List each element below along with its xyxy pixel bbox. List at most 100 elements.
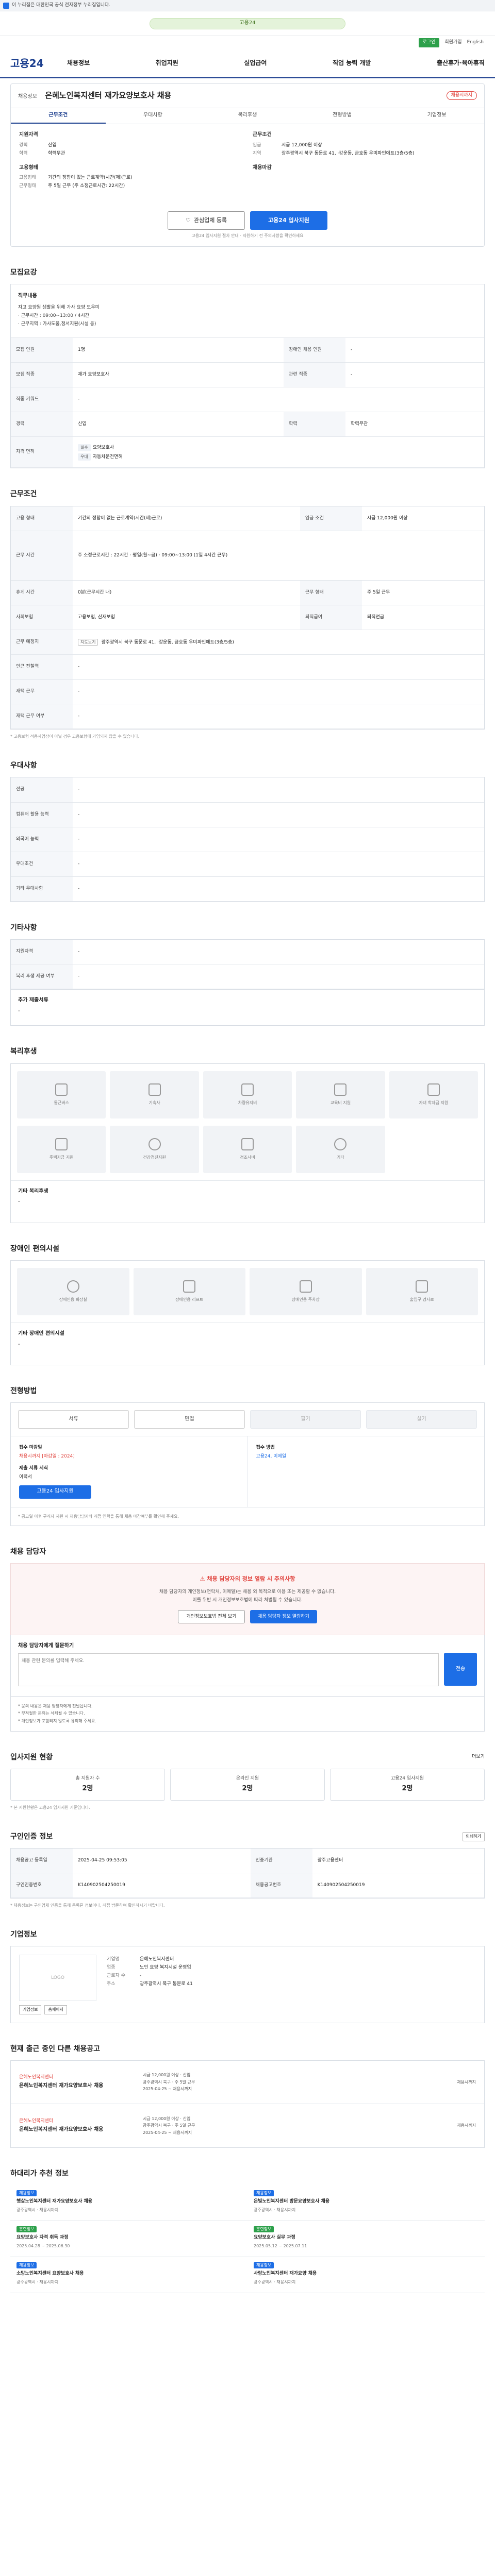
section-title-similar: 현재 출근 중인 다른 채용공고 — [10, 2044, 101, 2053]
company-info-button[interactable]: 기업정보 — [19, 2005, 42, 2014]
gnb-item-benefit[interactable]: 실업급여 — [244, 59, 267, 67]
inquiry-note: * 개인정보가 포함되지 않도록 유의해 주세요. — [18, 1719, 96, 1724]
apply-button[interactable]: 고용24 입사지원 — [250, 211, 327, 230]
inquiry-note: * 부적절한 문의는 삭제될 수 있습니다. — [18, 1711, 85, 1716]
scholarship-icon — [427, 1083, 440, 1096]
table-value: - — [73, 964, 484, 990]
language-link[interactable]: English — [467, 39, 484, 46]
gnb-item-support[interactable]: 취업지원 — [156, 59, 178, 67]
table-key: 근무 예정지 — [11, 630, 73, 655]
summary-heading: 지원자격 — [19, 132, 38, 138]
table-row: 구인인증번호 K140902504250019 채용공고번호 K14090250425… — [11, 1873, 484, 1899]
welfare-item: 차량유지비 — [203, 1071, 292, 1118]
welfare-label: 교육비 지원 — [330, 1100, 351, 1105]
table-row: 재택 근무 - — [11, 679, 484, 705]
welfare-label: 통근버스 — [54, 1100, 69, 1105]
news-label: 훈련정보 — [254, 2226, 274, 2233]
table-key: 휴게 시간 — [11, 580, 73, 606]
list-item[interactable]: 은혜노인복지센터 은혜노인복지센터 재가요양보호사 채용 시급 12,000원 이… — [11, 2104, 484, 2147]
news-meta: 광주광역시 · 채용시까지 — [16, 2207, 59, 2212]
list-item[interactable]: 은혜노인복지센터 은혜노인복지센터 재가요양보호사 채용 시급 12,000원 이… — [11, 2061, 484, 2105]
list-item[interactable]: 채용정보 은빛노인복지센터 방문요양보호사 채용 광주광역시 · 채용시까지 — [248, 2185, 485, 2222]
posting-category: 채용정보 — [18, 94, 37, 99]
table-row: 근무 예정지 지도보기 광주광역시 북구 동문로 41, ·강운동, 금호동 우미파… — [11, 630, 484, 655]
news-label: 채용정보 — [16, 2190, 37, 2197]
gnb-item-leave[interactable]: 출산휴가·육아휴직 — [437, 59, 485, 67]
section-title-recruiter: 채용 담당자 — [10, 1548, 46, 1556]
site-logo[interactable]: 고용24 — [0, 56, 67, 71]
list-item[interactable]: 채용정보 사랑노인복지센터 재가요양 채용 광주광역시 · 채용시까지 — [248, 2257, 485, 2294]
view-recruiter-button[interactable]: 채용 담당자 정보 열람하기 — [250, 1610, 317, 1624]
section-title-conditions: 근무조건 — [10, 490, 37, 499]
print-button[interactable]: 인쇄하기 — [462, 1832, 485, 1841]
summary-key: 경력 — [19, 142, 28, 148]
tab-preference[interactable]: 우대사항 — [106, 108, 201, 124]
section-title-disability: 장애인 편의시설 — [10, 1244, 60, 1253]
gov-notice-bar: 이 누리집은 대한민국 공식 전자정부 누리집입니다. — [0, 0, 495, 11]
save-interest-button[interactable]: ♡ 관심업체 등록 — [168, 211, 245, 230]
selection-note: * 공고일 이후 구직자 지원 시 채용담당자와 직접 연락을 통해 채용 마감… — [11, 1506, 484, 1526]
facility-item: 장애인용 화장실 — [17, 1268, 129, 1316]
posting-card: 채용정보 은혜노인복지센터 재가요양보호사 채용 채용시까지 근무조건 우대사항… — [10, 83, 485, 247]
info-table: 채용공고 등록일 2025-04-25 09:53:05 인증기관 광주고용센터 구인… — [11, 1848, 484, 1899]
privacy-law-button[interactable]: 개인정보보호법 전체 보기 — [178, 1610, 245, 1624]
news-meta: 2025.05.12 ~ 2025.07.11 — [254, 2243, 307, 2248]
extra-docs-heading: 추가 제출서류 — [18, 997, 48, 1004]
inquiry-send-button[interactable]: 전송 — [444, 1653, 477, 1686]
login-link[interactable]: 로그인 — [418, 38, 440, 47]
list-item[interactable]: 훈련정보 요양보호사 자격 취득 과정 2025.04.28 ~ 2025.06.3… — [10, 2221, 248, 2258]
extra-docs: 추가 제출서류 - — [10, 990, 485, 1026]
gnb-item-jobs[interactable]: 채용정보 — [67, 59, 90, 67]
summary-heading: 근무조건 — [253, 132, 272, 138]
status-cards: 총 지원자 수 2명 온라인 지원 2명 고용24 입사지원 2명 — [10, 1768, 485, 1801]
gnb-item-training[interactable]: 직업 능력 개발 — [333, 59, 371, 67]
apply-guide-note[interactable]: 고용24 입사지원 절차 안내 · 지원하기 전 주의사항을 확인하세요 — [11, 233, 484, 246]
company-info: 기업명 은혜노인복지센터 업종 노인 요양 복지시설 운영업 근로자 수 - 주소 광주… — [107, 1955, 476, 2014]
list-item[interactable]: 채용정보 소망노인복지센터 요양보호사 채용 광주광역시 · 채용시까지 — [10, 2257, 248, 2294]
company-left: LOGO 기업정보 홈페이지 — [19, 1955, 96, 2014]
parking-icon — [299, 1280, 312, 1293]
status-more-link[interactable]: 더보기 — [472, 1754, 485, 1760]
status-value: 2명 — [402, 1785, 413, 1793]
tab-selection[interactable]: 전형방법 — [295, 108, 390, 124]
welfare-label: 차량유지비 — [238, 1100, 257, 1105]
table-row: 경력 신입 학력 학력무관 — [11, 412, 484, 437]
section-title-etc: 기타사항 — [10, 923, 37, 932]
table-value: 신입 — [73, 412, 284, 437]
job-table: 모집 인원 1명 장애인 채용 인원 - 모집 직종 재가 요양보호사 관련 직종 - 직종… — [11, 337, 484, 468]
summary-value: 신입 — [48, 142, 57, 148]
tab-conditions[interactable]: 근무조건 — [11, 108, 106, 124]
table-key: 장애인 채용 인원 — [284, 337, 346, 363]
welfare-item: 자녀 학자금 지원 — [389, 1071, 478, 1118]
table-row: 직종 키워드 - — [11, 387, 484, 413]
list-item[interactable]: 채용정보 햇살노인복지센터 재가요양보호사 채용 광주광역시 · 채용시까지 — [10, 2185, 248, 2222]
apply-button-secondary[interactable]: 고용24 입사지원 — [19, 1485, 91, 1499]
job-meta: 시급 12,000원 이상 · 신입 광주광역시 북구 · 주 5일 근무 2025… — [143, 2115, 414, 2137]
table-row: 근무 시간 주 소정근로시간 : 22시간 · 평일(월~금) · 09:00~1… — [11, 531, 484, 581]
table-key: 모집 인원 — [11, 337, 73, 363]
welfare-item: 통근버스 — [17, 1071, 106, 1118]
welfare-item: 주택자금 지원 — [17, 1125, 106, 1173]
summary-key: 근무형태 — [19, 183, 37, 189]
list-item[interactable]: 훈련정보 요양보호사 실무 과정 2025.05.12 ~ 2025.07.11 — [248, 2221, 485, 2258]
job-description: 직무내용 자고 요양원 생활을 위해 가사 요양 도우미 · 근무시간 : 09… — [11, 284, 484, 338]
tab-welfare[interactable]: 복리후생 — [200, 108, 295, 124]
join-link[interactable]: 회원가입 — [444, 39, 461, 46]
table-row: 기타 우대사항 - — [11, 876, 484, 902]
posting-header: 채용정보 은혜노인복지센터 재가요양보호사 채용 채용시까지 — [11, 84, 484, 108]
apply-deadline-heading: 접수 마감일 — [19, 1445, 42, 1451]
tab-company[interactable]: 기업정보 — [389, 108, 484, 124]
table-value: 광주고용센터 — [312, 1848, 484, 1874]
map-button[interactable]: 지도보기 — [78, 638, 98, 646]
section-title-company: 기업정보 — [10, 1930, 37, 1939]
welfare-label: 기숙사 — [148, 1100, 160, 1105]
banner-pill[interactable]: 고용24 — [150, 18, 345, 29]
table-key: 기타 우대사항 — [11, 876, 73, 902]
inquiry-input[interactable] — [18, 1653, 439, 1686]
table-value: - — [73, 679, 484, 705]
news-label: 채용정보 — [16, 2262, 37, 2269]
company-homepage-button[interactable]: 홈페이지 — [44, 2005, 67, 2014]
step-interview: 면접 — [134, 1410, 245, 1429]
summary-left: 지원자격 경력 신입 학력 학력무관 고용형태 고용형태 기간의 정함이 없는 근로계… — [19, 131, 242, 197]
section-title-info: 구인인증 정보 인쇄하기 — [10, 1832, 485, 1842]
